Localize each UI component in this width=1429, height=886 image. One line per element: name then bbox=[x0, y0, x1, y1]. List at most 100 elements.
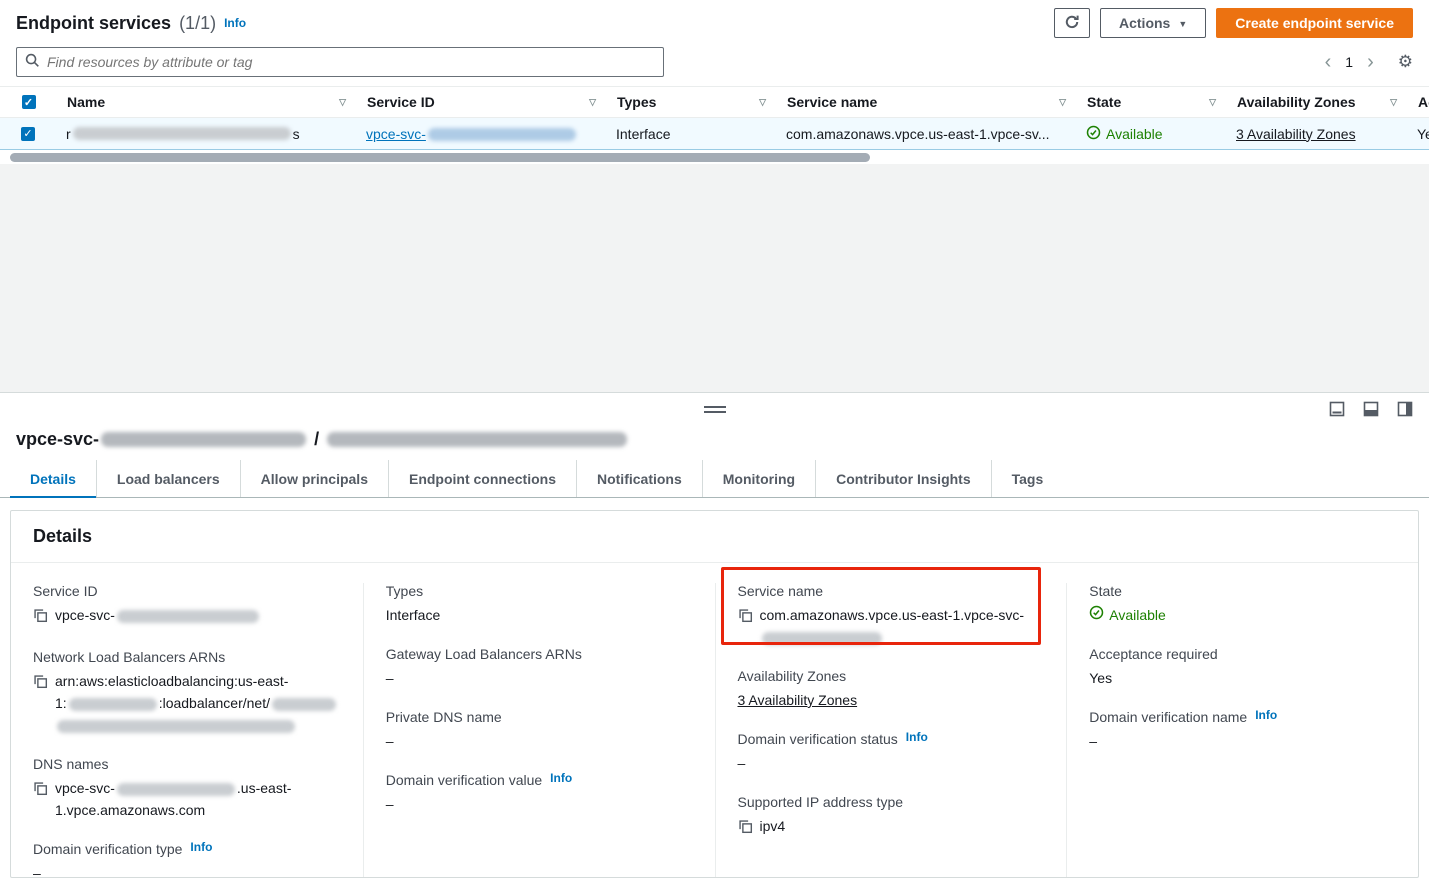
create-endpoint-service-button[interactable]: Create endpoint service bbox=[1216, 8, 1413, 38]
refresh-icon bbox=[1064, 14, 1080, 33]
actions-button-label: Actions bbox=[1119, 15, 1170, 31]
details-column-1: Service ID vpce-svc- Network Load Balanc… bbox=[11, 583, 363, 878]
field-types: Types Interface bbox=[386, 583, 693, 626]
field-glb-arns: Gateway Load Balancers ARNs – bbox=[386, 646, 693, 689]
previous-page-button[interactable]: ‹ bbox=[1325, 52, 1332, 72]
cell-availability-zones: 3 Availability Zones bbox=[1226, 118, 1407, 149]
column-header-name[interactable]: Name▽ bbox=[56, 87, 356, 117]
pagination: ‹ 1 › ⚙ bbox=[1325, 52, 1413, 72]
tab-contributor-insights[interactable]: Contributor Insights bbox=[815, 460, 991, 497]
search-icon bbox=[25, 53, 40, 71]
availability-zones-link[interactable]: 3 Availability Zones bbox=[738, 689, 858, 711]
panel-layout-bottom-icon[interactable] bbox=[1363, 401, 1379, 420]
column-header-service-name[interactable]: Service name▽ bbox=[776, 87, 1076, 117]
info-link[interactable]: Info bbox=[550, 771, 572, 785]
select-all-checkbox[interactable]: ✓ bbox=[22, 95, 36, 109]
split-drag-handle[interactable] bbox=[704, 406, 726, 416]
page-header: Endpoint services (1/1) Info Actions ▼ C… bbox=[0, 0, 1429, 46]
details-tab-bar: Details Load balancers Allow principals … bbox=[0, 460, 1429, 498]
tab-monitoring[interactable]: Monitoring bbox=[702, 460, 815, 497]
field-supported-ip-type: Supported IP address type ipv4 bbox=[738, 794, 1045, 840]
availability-zones-link[interactable]: 3 Availability Zones bbox=[1236, 126, 1356, 142]
chevron-down-icon: ▼ bbox=[1178, 19, 1187, 29]
row-checkbox[interactable]: ✓ bbox=[21, 127, 35, 141]
field-domain-verification-status: Domain verification statusInfo – bbox=[738, 731, 1045, 774]
copy-icon[interactable] bbox=[33, 607, 48, 629]
search-input[interactable] bbox=[47, 54, 655, 70]
filter-caret-icon[interactable]: ▽ bbox=[1059, 97, 1066, 108]
current-page[interactable]: 1 bbox=[1345, 54, 1353, 70]
state-available-badge: Available bbox=[1086, 125, 1163, 143]
copy-icon[interactable] bbox=[33, 780, 48, 802]
actions-button[interactable]: Actions ▼ bbox=[1100, 8, 1206, 38]
service-id-link[interactable]: vpce-svc- bbox=[366, 126, 578, 142]
field-availability-zones: Availability Zones 3 Availability Zones bbox=[738, 668, 1045, 711]
tab-load-balancers[interactable]: Load balancers bbox=[96, 460, 240, 497]
panel-layout-side-icon[interactable] bbox=[1397, 401, 1413, 420]
field-service-id: Service ID vpce-svc- bbox=[33, 583, 341, 629]
details-column-2: Types Interface Gateway Load Balancers A… bbox=[363, 583, 715, 878]
copy-icon[interactable] bbox=[738, 818, 753, 840]
field-service-name: Service name com.amazonaws.vpce.us-east-… bbox=[738, 583, 1045, 648]
tab-tags[interactable]: Tags bbox=[991, 460, 1064, 497]
field-private-dns-name: Private DNS name – bbox=[386, 709, 693, 752]
filter-caret-icon[interactable]: ▽ bbox=[339, 97, 346, 108]
field-state: State Available bbox=[1089, 583, 1396, 626]
field-dns-names: DNS names vpce-svc-.us-east- 1.vpce.amaz… bbox=[33, 756, 341, 821]
tab-allow-principals[interactable]: Allow principals bbox=[240, 460, 388, 497]
field-domain-verification-type: Domain verification typeInfo – bbox=[33, 841, 341, 878]
state-available-badge: Available bbox=[1089, 604, 1166, 626]
details-card: Details Service ID vpce-svc- Network Loa… bbox=[10, 510, 1419, 878]
split-panel-bar bbox=[0, 393, 1429, 427]
cell-state: Available bbox=[1076, 118, 1226, 149]
info-link[interactable]: Info bbox=[906, 730, 928, 744]
cell-service-id: vpce-svc- bbox=[356, 118, 606, 149]
table-row[interactable]: ✓ rs vpce-svc- Interface com.amazonaws.v… bbox=[0, 118, 1429, 150]
details-panel: vpce-svc- / Details Load balancers Allow… bbox=[0, 393, 1429, 886]
refresh-button[interactable] bbox=[1054, 8, 1090, 38]
horizontal-scrollbar bbox=[0, 150, 1429, 164]
cell-service-name: com.amazonaws.vpce.us-east-1.vpce-sv... bbox=[776, 118, 1076, 149]
tab-details[interactable]: Details bbox=[10, 460, 96, 497]
filter-caret-icon[interactable]: ▽ bbox=[589, 97, 596, 108]
search-box[interactable] bbox=[16, 47, 664, 77]
check-circle-icon bbox=[1089, 604, 1104, 626]
endpoint-services-page: Endpoint services (1/1) Info Actions ▼ C… bbox=[0, 0, 1429, 886]
panel-position-bottom-icon[interactable] bbox=[1329, 401, 1345, 420]
details-card-heading: Details bbox=[11, 511, 1418, 563]
tab-endpoint-connections[interactable]: Endpoint connections bbox=[388, 460, 576, 497]
table-toolbar: ‹ 1 › ⚙ bbox=[0, 46, 1429, 86]
table-header-row: ✓ Name▽ Service ID▽ Types▽ Service name▽… bbox=[0, 86, 1429, 118]
table-section: Endpoint services (1/1) Info Actions ▼ C… bbox=[0, 0, 1429, 164]
check-circle-icon bbox=[1086, 125, 1101, 143]
field-acceptance-required: Acceptance required Yes bbox=[1089, 646, 1396, 689]
panel-title: vpce-svc- / bbox=[0, 427, 1429, 460]
empty-background-area bbox=[0, 164, 1429, 393]
field-nlb-arns: Network Load Balancers ARNs arn:aws:elas… bbox=[33, 649, 341, 736]
column-header-service-id[interactable]: Service ID▽ bbox=[356, 87, 606, 117]
header-info-link[interactable]: Info bbox=[224, 16, 246, 30]
tab-notifications[interactable]: Notifications bbox=[576, 460, 702, 497]
cell-acceptance: Yes bbox=[1407, 118, 1429, 149]
details-column-4: State Available Acceptance required Yes bbox=[1066, 583, 1418, 878]
filter-caret-icon[interactable]: ▽ bbox=[1390, 97, 1397, 108]
horizontal-scrollbar-thumb[interactable] bbox=[10, 153, 870, 162]
copy-icon[interactable] bbox=[33, 673, 48, 695]
column-header-acceptance[interactable]: Acceptance required bbox=[1407, 87, 1429, 117]
info-link[interactable]: Info bbox=[190, 840, 212, 854]
filter-caret-icon[interactable]: ▽ bbox=[1209, 97, 1216, 108]
copy-icon[interactable] bbox=[738, 607, 753, 629]
cell-types: Interface bbox=[606, 118, 776, 149]
settings-gear-icon[interactable]: ⚙ bbox=[1398, 52, 1413, 72]
column-header-state[interactable]: State▽ bbox=[1076, 87, 1226, 117]
field-domain-verification-name: Domain verification nameInfo – bbox=[1089, 709, 1396, 752]
column-header-availability-zones[interactable]: Availability Zones▽ bbox=[1226, 87, 1407, 117]
next-page-button[interactable]: › bbox=[1367, 52, 1374, 72]
column-header-types[interactable]: Types▽ bbox=[606, 87, 776, 117]
page-title: Endpoint services bbox=[16, 13, 171, 34]
info-link[interactable]: Info bbox=[1255, 708, 1277, 722]
field-domain-verification-value: Domain verification valueInfo – bbox=[386, 772, 693, 815]
details-column-3: Service name com.amazonaws.vpce.us-east-… bbox=[715, 583, 1067, 878]
filter-caret-icon[interactable]: ▽ bbox=[759, 97, 766, 108]
cell-name: rs bbox=[56, 118, 356, 149]
